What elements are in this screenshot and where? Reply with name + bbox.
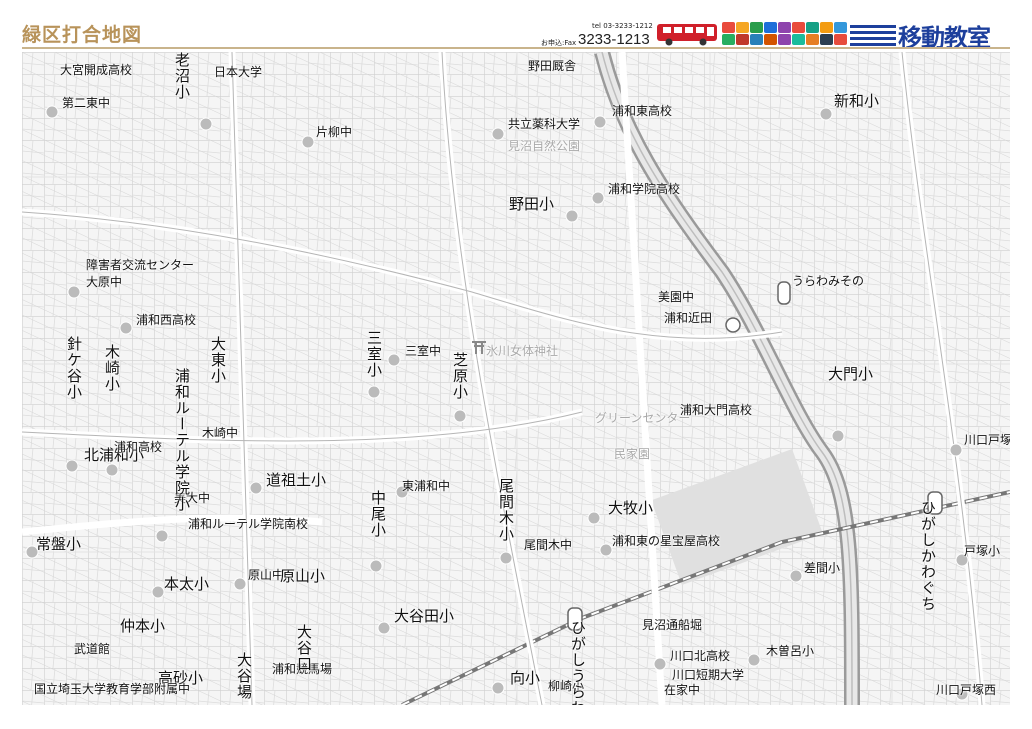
map-place-label[interactable]: 共立薬科大学 (508, 118, 580, 130)
map-place-label[interactable]: 在家中 (664, 684, 700, 696)
map-place-label[interactable]: 民家園 (614, 448, 650, 460)
activity-icon (778, 34, 791, 45)
map-place-label[interactable]: 三室中 (405, 345, 441, 357)
map-vertical-label[interactable]: 浦和ルーテル学院小 (173, 368, 191, 512)
map-place-label[interactable]: うらわみその (792, 275, 864, 287)
map-place-label[interactable]: 大原中 (86, 276, 122, 288)
map-place-label[interactable]: 浦和西高校 (136, 314, 196, 326)
map-area[interactable]: 大宮開成高校 日本大学 野田厩舎第二東中浦和東高校 新和小片柳中 共立薬科大学 見沼自然公… (22, 52, 1010, 705)
tel-small: tel 03-3233-1212 (592, 22, 653, 30)
activity-icons (722, 22, 847, 46)
map-vertical-label[interactable]: 木崎小 (103, 344, 121, 392)
map-place-label[interactable]: 美園中 (658, 291, 694, 303)
activity-icon (764, 34, 777, 45)
map-place-label[interactable]: 大門小 (828, 367, 873, 382)
map-title: 緑区打合地図 (22, 24, 143, 46)
map-place-label[interactable]: 武道館 (74, 643, 110, 655)
map-vertical-label[interactable]: 尾間木小 (497, 478, 515, 542)
map-place-label[interactable]: 片柳中 (316, 126, 352, 138)
activity-icon (750, 34, 763, 45)
map-place-label[interactable]: 木曽呂小 (766, 645, 814, 657)
map-place-label[interactable]: 野田小 (509, 197, 554, 212)
map-vertical-label[interactable]: ひがしかわぐち (919, 500, 937, 612)
activity-icon (792, 34, 805, 45)
activity-icon (722, 34, 735, 45)
activity-icon (806, 34, 819, 45)
map-place-label[interactable]: 野田厩舎 (528, 60, 576, 72)
map-place-label[interactable]: 浦和近田 (664, 312, 712, 324)
map-place-label[interactable]: 浦和学院高校 (608, 183, 680, 195)
map-place-label[interactable]: 氷川女体神社 (486, 345, 558, 357)
activity-icon (736, 22, 749, 33)
map-vertical-label[interactable]: 老沼小 (173, 52, 191, 100)
map-place-label[interactable]: 浦和高校 (114, 441, 162, 453)
map-place-label[interactable]: 第二東中 (62, 97, 110, 109)
map-vertical-label[interactable]: 針ケ谷小 (65, 336, 83, 400)
map-vertical-label[interactable]: 三室小 (365, 330, 383, 378)
map-vertical-label[interactable]: 大谷口 (295, 624, 313, 672)
activity-icon (820, 34, 833, 45)
map-place-label[interactable]: 日本大学 (214, 66, 262, 78)
map-place-label[interactable]: 新和小 (834, 94, 879, 109)
activity-icon (736, 34, 749, 45)
activity-icon (722, 22, 735, 33)
map-place-label[interactable]: 大谷田小 (394, 609, 454, 624)
map-place-label[interactable]: 仲本小 (120, 619, 165, 634)
map-place-label[interactable]: 戸塚小 (964, 545, 1000, 557)
map-place-label[interactable]: 常盤小 (36, 537, 81, 552)
map-vertical-label[interactable]: 大東小 (209, 336, 227, 384)
tel-number: 3233-1213 (578, 31, 650, 48)
map-place-label[interactable]: 向小 (510, 671, 540, 686)
map-vertical-label[interactable]: ひがしうらわ (569, 620, 587, 705)
map-place-label[interactable]: グリーンセンター (595, 412, 690, 424)
map-place-label[interactable]: 木崎中 (202, 427, 238, 439)
header: 緑区打合地図 tel 03-3233-1212 お申込:Fax 3233-121… (0, 0, 1032, 52)
activity-icon (806, 22, 819, 33)
map-place-label[interactable]: 川口戸塚西 (936, 684, 996, 696)
map-vertical-label[interactable]: 大谷場 (235, 652, 253, 700)
map-place-label[interactable]: 大牧小 (608, 501, 653, 516)
map-place-label[interactable]: 東浦和中 (402, 480, 450, 492)
map-place-label[interactable]: 差間小 (804, 562, 840, 574)
map-place-label[interactable]: 道祖土小 (266, 473, 326, 488)
map-place-label[interactable]: 障害者交流センター (86, 259, 194, 271)
activity-icon (750, 22, 763, 33)
map-place-label[interactable]: 川口戸塚 (964, 434, 1010, 446)
map-vertical-label[interactable]: 中尾小 (369, 490, 387, 538)
activity-icon (792, 22, 805, 33)
activity-icon (820, 22, 833, 33)
map-vertical-label[interactable]: 芝原小 (451, 352, 469, 400)
activity-icon (764, 22, 777, 33)
map-place-label[interactable]: 国立埼玉大学教育学部附属中 (34, 683, 190, 695)
map-place-label[interactable]: 原山小 (280, 569, 325, 584)
map-place-label[interactable]: 浦和東の星宝屋高校 (612, 535, 720, 547)
map-place-label[interactable]: 本太小 (164, 577, 209, 592)
map-place-label[interactable]: 浦和大門高校 (680, 404, 752, 416)
map-place-label[interactable]: 川口北高校 (670, 650, 730, 662)
header-divider (22, 47, 1010, 49)
bus-icon (657, 24, 717, 46)
map-place-label[interactable]: 大宮開成高校 (60, 64, 132, 76)
map-place-label[interactable]: 見沼通船堀 (642, 619, 702, 631)
map-place-label[interactable]: 尾間木中 (524, 539, 572, 551)
brand-stripes-icon (850, 25, 896, 46)
map-place-label[interactable]: 川口短期大学 (672, 669, 744, 681)
activity-icon (834, 22, 847, 33)
map-place-label[interactable]: 浦和東高校 (612, 105, 672, 117)
map-place-label[interactable]: 原山中 (248, 569, 284, 581)
activity-icon (778, 22, 791, 33)
map-place-label[interactable]: 見沼自然公園 (508, 140, 580, 152)
activity-icon (834, 34, 847, 45)
bottom-margin (0, 705, 1032, 729)
map-place-label[interactable]: 浦和ルーテル学院南校 (188, 518, 308, 530)
